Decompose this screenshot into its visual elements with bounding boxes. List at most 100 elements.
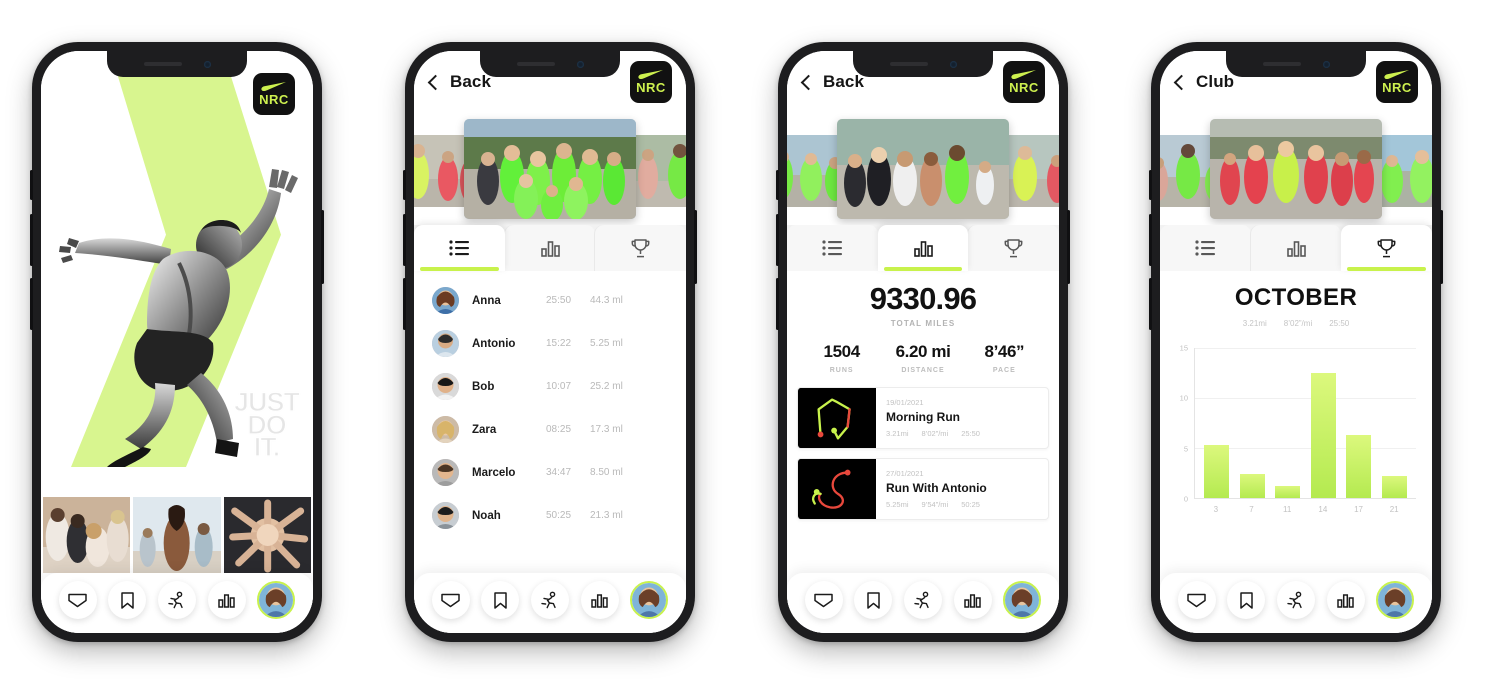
table-row[interactable]: Zara 08:25 17.3 ml	[432, 408, 668, 451]
row-name: Marcelo	[472, 466, 516, 479]
nav-stats-button[interactable]	[207, 581, 246, 619]
bar-column[interactable]	[1341, 348, 1377, 498]
nav-stats-button[interactable]	[580, 581, 619, 619]
nrc-logo[interactable]: NRC	[253, 73, 295, 115]
row-time: 10:07	[546, 381, 572, 392]
chart-bar[interactable]	[1346, 435, 1372, 498]
nav-stats-button[interactable]	[953, 581, 992, 619]
metric-pace: 8’46” PACE	[964, 342, 1045, 374]
bookmark-icon	[121, 591, 134, 609]
tab-activity[interactable]	[877, 225, 969, 271]
list-icon	[822, 240, 843, 256]
table-row[interactable]: Marcelo 34:47 8.50 ml	[432, 451, 668, 494]
table-row[interactable]: Bob 10:07 25.2 ml	[432, 365, 668, 408]
carousel-photo-main[interactable]	[464, 119, 636, 219]
nav-run-button[interactable]	[530, 581, 569, 619]
nike-swoosh-icon	[261, 82, 287, 92]
metric-value: 1504	[823, 342, 861, 361]
photo-friends-stretching[interactable]	[43, 497, 131, 573]
nav-saved-button[interactable]	[481, 581, 520, 619]
nav-feed-button[interactable]	[1177, 581, 1216, 619]
tab-challenges[interactable]	[968, 225, 1059, 271]
list-item[interactable]: 27/01/2021 Run With Antonio 5.25mi 9’54”…	[797, 458, 1049, 520]
nav-run-button[interactable]	[157, 581, 196, 619]
tab-challenges[interactable]	[595, 225, 686, 271]
avatar	[432, 373, 459, 400]
tab-leaderboard[interactable]	[1160, 225, 1251, 271]
carousel-photo-main[interactable]	[837, 119, 1009, 219]
nav-feed-button[interactable]	[804, 581, 843, 619]
bar-chart-icon	[964, 594, 981, 608]
list-item[interactable]: 19/01/2021 Morning Run 3.21mi 8’02”/mi 2…	[797, 387, 1049, 449]
chart-bar[interactable]	[1239, 474, 1265, 498]
chart-bar[interactable]	[1310, 373, 1336, 498]
runner-icon	[541, 591, 557, 608]
stat-time: 25:50	[1329, 319, 1350, 328]
notch	[107, 51, 247, 77]
metric-label: DISTANCE	[901, 367, 945, 374]
nav-profile-avatar[interactable]	[257, 581, 296, 619]
tab-activity[interactable]	[504, 225, 596, 271]
screens-stage: NRC JUST DO IT. Back NRC Anna 25:50 44.3…	[0, 0, 1493, 697]
bar-column[interactable]	[1377, 348, 1413, 498]
table-row[interactable]: Noah 50:25 21.3 ml	[432, 494, 668, 537]
back-label: Back	[450, 72, 492, 91]
nrc-logo[interactable]: NRC	[630, 61, 672, 103]
run-pace: 8’02”/mi	[921, 429, 949, 438]
nav-saved-button[interactable]	[1227, 581, 1266, 619]
bar-column[interactable]	[1270, 348, 1306, 498]
photo-carousel	[414, 113, 686, 225]
nav-profile-avatar[interactable]	[1003, 581, 1042, 619]
nrc-logo-text: NRC	[636, 80, 666, 95]
run-details: 27/01/2021 Run With Antonio 5.25mi 9’54”…	[876, 459, 1048, 519]
bar-column[interactable]	[1235, 348, 1271, 498]
y-axis-tick: 5	[1183, 444, 1188, 454]
back-button[interactable]: Club	[1173, 72, 1234, 92]
carousel-photo-main[interactable]	[1210, 119, 1382, 219]
shield-badge-icon	[68, 593, 88, 607]
back-button[interactable]: Back	[800, 72, 864, 92]
nav-run-button[interactable]	[1276, 581, 1315, 619]
tab-leaderboard[interactable]	[787, 225, 878, 271]
gps-route-map	[798, 459, 876, 519]
bar-column[interactable]	[1199, 348, 1235, 498]
x-axis: 3 7 11 14 17 21	[1194, 501, 1416, 518]
bottom-nav	[1160, 573, 1432, 633]
row-time: 08:25	[546, 424, 572, 435]
nav-stats-button[interactable]	[1326, 581, 1365, 619]
tab-leaderboard[interactable]	[414, 225, 505, 271]
nav-profile-avatar[interactable]	[1376, 581, 1415, 619]
row-time: 15:22	[546, 338, 572, 349]
chart-bar[interactable]	[1275, 486, 1301, 498]
table-row[interactable]: Antonio 15:22 5.25 ml	[432, 322, 668, 365]
nav-saved-button[interactable]	[854, 581, 893, 619]
run-date: 19/01/2021	[886, 398, 924, 407]
bar-column[interactable]	[1306, 348, 1342, 498]
tab-bar	[1160, 225, 1432, 271]
nav-feed-button[interactable]	[58, 581, 97, 619]
photo-hands-together-team[interactable]	[223, 497, 311, 573]
nrc-logo[interactable]: NRC	[1003, 61, 1045, 103]
tab-activity[interactable]	[1250, 225, 1342, 271]
nav-saved-button[interactable]	[108, 581, 147, 619]
bar-chart-icon	[218, 594, 235, 608]
bar-chart-icon	[1286, 240, 1306, 257]
tab-challenges[interactable]	[1341, 225, 1432, 271]
trophy-icon	[1377, 238, 1396, 257]
stat-pace: 8’02”/mi	[1283, 319, 1313, 328]
row-time: 50:25	[546, 510, 572, 521]
bottom-nav	[41, 573, 313, 633]
x-axis-tick: 17	[1354, 505, 1363, 514]
just-do-it-tagline: JUST DO IT.	[233, 388, 300, 461]
photo-woman-running-beach[interactable]	[133, 497, 221, 573]
nav-feed-button[interactable]	[431, 581, 470, 619]
table-row[interactable]: Anna 25:50 44.3 ml	[432, 279, 668, 322]
nav-run-button[interactable]	[903, 581, 942, 619]
chart-bar[interactable]	[1204, 445, 1230, 498]
nav-profile-avatar[interactable]	[630, 581, 669, 619]
metric-value: 6.20 mi	[895, 342, 951, 361]
nrc-logo[interactable]: NRC	[1376, 61, 1418, 103]
back-button[interactable]: Back	[427, 72, 492, 92]
y-axis-tick: 0	[1183, 494, 1188, 504]
chart-bar[interactable]	[1381, 476, 1407, 498]
